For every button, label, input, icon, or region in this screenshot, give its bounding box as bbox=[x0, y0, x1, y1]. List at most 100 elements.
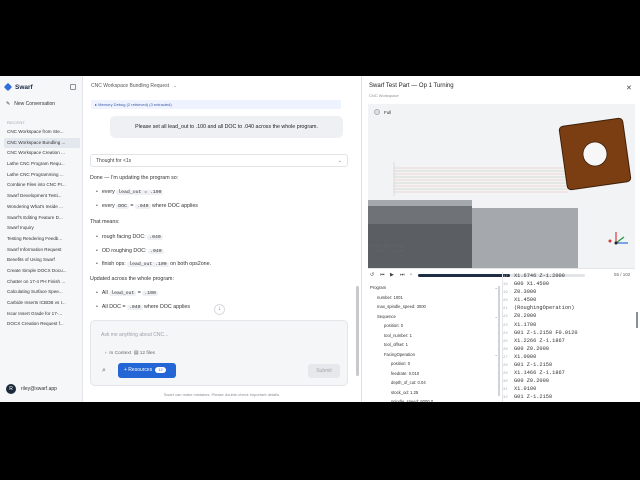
coord-values: X 0.987 -1.284 bbox=[370, 250, 404, 255]
thought-toggle[interactable]: Thought for <1s ⌄ bbox=[90, 154, 348, 167]
sidebar-conversation-item[interactable]: Calculating Surface Spee... bbox=[4, 287, 80, 298]
conversation-title[interactable]: CNC Workspace Bundling Request ⌄ bbox=[91, 83, 177, 89]
user-email: riley@swarf.app bbox=[21, 386, 57, 392]
speed-icon[interactable]: ◔ bbox=[409, 272, 412, 278]
tree-node[interactable]: spindle_speed: 5000.0 bbox=[366, 397, 502, 402]
tree-node[interactable]: Sequence ⌄ bbox=[366, 312, 502, 322]
panel-subtitle: CNC Workspace bbox=[369, 93, 399, 98]
tree-node[interactable]: max_spindle_speed: 3000 bbox=[366, 302, 502, 312]
tree-node-label: position: 0 bbox=[384, 323, 404, 328]
sidebar-conversation-item[interactable]: Lathe CNC Program Requ... bbox=[4, 159, 80, 170]
sidebar-conversation-item[interactable]: Swarf's Editing Feature D... bbox=[4, 213, 80, 224]
user-menu[interactable]: R riley@swarf.app bbox=[6, 384, 57, 394]
gcode-line[interactable]: 24 G01 Z-1.2150 F0.0120 bbox=[503, 329, 640, 337]
play-icon[interactable]: ▶ bbox=[390, 272, 394, 278]
playback-progress bbox=[418, 274, 510, 277]
chat-scrollbar[interactable] bbox=[356, 286, 359, 376]
step-forward-icon[interactable]: ⏭ bbox=[400, 272, 405, 278]
gcode-line[interactable]: 19 Z0.3000 bbox=[503, 288, 640, 296]
sidebar-conversation-item[interactable]: Swarf Inquiry bbox=[4, 223, 80, 234]
scroll-to-bottom-button[interactable]: ↓ bbox=[214, 304, 225, 315]
tree-node[interactable]: number: 1001 bbox=[366, 293, 502, 303]
full-view-toggle[interactable]: Full bbox=[374, 109, 391, 115]
gcode-line[interactable]: 30 G00 Z0.2000 bbox=[503, 377, 640, 385]
memory-debug-banner[interactable]: ▸ Memory Debug (2 retrieved) (3 extracte… bbox=[91, 100, 341, 109]
toolpath-viewport[interactable]: Full Zoom: BCS (Mdp) X 0.987 -1.284 bbox=[368, 104, 635, 268]
gcode-line[interactable]: 28 G01 Z-1.2150 bbox=[503, 361, 640, 369]
coord-z: -1.284 bbox=[390, 250, 405, 254]
sidebar-conversation-item[interactable]: Carbide Inserts ICBDB vs I... bbox=[4, 298, 80, 309]
sidebar-conversation-item[interactable]: CNC Workspace Creation ... bbox=[4, 148, 80, 159]
message-input[interactable]: Ask me anything about CNC... bbox=[101, 332, 168, 338]
brand[interactable]: Swarf bbox=[3, 82, 33, 92]
gcode-line[interactable]: 29 X1.1466 Z-1.1867 bbox=[503, 369, 640, 377]
collapse-sidebar-icon[interactable] bbox=[70, 84, 76, 90]
gcode-line[interactable]: 17 X1.6746 Z-1.2000 bbox=[503, 272, 640, 280]
tree-node[interactable]: tool_offset: 1 bbox=[366, 340, 502, 350]
step-back-icon[interactable]: ⏮ bbox=[380, 272, 385, 278]
gcode-line[interactable]: 32 G01 Z-1.2150 bbox=[503, 393, 640, 401]
avatar: R bbox=[6, 384, 16, 394]
bullet-text: All bbox=[101, 290, 108, 296]
sidebar-conversation-item[interactable]: Wondering What's Inside ... bbox=[4, 202, 80, 213]
context-toggle[interactable]: › In Context ▤ 12 files bbox=[105, 351, 155, 356]
chevron-down-icon: ⌄ bbox=[337, 158, 342, 164]
gcode-scrollbar[interactable] bbox=[636, 312, 638, 328]
tree-node[interactable]: Program ⌄ bbox=[366, 283, 502, 293]
gcode-line[interactable]: 20 X1.4500 bbox=[503, 296, 640, 304]
bullet-text: where DOC applies bbox=[152, 203, 198, 209]
gcode-line[interactable]: 22 Z0.2000 bbox=[503, 312, 640, 320]
sidebar-conversation-item[interactable]: Create Simple DOCX Docu... bbox=[4, 266, 80, 277]
sidebar-conversation-item[interactable]: CNC Workspace Bundling ... bbox=[4, 137, 80, 149]
submit-button[interactable]: Submit bbox=[308, 364, 340, 378]
gcode-text: X1.4500 bbox=[514, 297, 537, 304]
close-icon[interactable]: ✕ bbox=[626, 84, 632, 92]
gcode-line[interactable]: 25 X1.2266 Z-1.1867 bbox=[503, 337, 640, 345]
tree-node[interactable]: stock_od: 1.25 bbox=[366, 388, 502, 398]
sidebar-conversation-item[interactable]: Chatter on 17-4 PH Finish ... bbox=[4, 277, 80, 288]
radio-icon bbox=[374, 109, 380, 115]
tree-node[interactable]: position: 0 bbox=[366, 321, 502, 331]
gcode-line[interactable]: 31 X1.0100 bbox=[503, 385, 640, 393]
tree-node[interactable]: feedrate: 0.010 bbox=[366, 369, 502, 379]
restart-icon[interactable]: ↺ bbox=[370, 272, 374, 278]
sidebar-conversation-item[interactable]: Testing Rendering Feedb... bbox=[4, 234, 80, 245]
gcode-line[interactable]: 26 G00 Z0.2000 bbox=[503, 345, 640, 353]
bullet-text: where DOC applies bbox=[144, 304, 190, 310]
sidebar-conversation-item[interactable]: DOCX Creation Request f... bbox=[4, 319, 80, 330]
message-composer: Ask me anything about CNC... › In Contex… bbox=[90, 320, 348, 386]
sidebar-conversation-item[interactable]: Lathe CNC Programming ... bbox=[4, 170, 80, 181]
sidebar-conversation-item[interactable]: Benefits of Using Swarf bbox=[4, 255, 80, 266]
sidebar-conversation-item[interactable]: Swarf Development Testi... bbox=[4, 191, 80, 202]
gcode-line[interactable]: 21 (RoughingOperation) bbox=[503, 304, 640, 312]
sidebar-conversation-item[interactable]: Combine Files into CNC Pr... bbox=[4, 180, 80, 191]
gcode-line[interactable]: 27 X1.0900 bbox=[503, 353, 640, 361]
gcode-text: G01 Z-1.2150 F0.0120 bbox=[514, 329, 578, 336]
tree-node[interactable]: FacingOperation ⌄ bbox=[366, 350, 502, 360]
tree-node[interactable]: position: 0 bbox=[366, 359, 502, 369]
paperclip-icon[interactable]: ⌕ bbox=[102, 367, 109, 376]
tool-insert bbox=[558, 117, 632, 191]
gcode-line[interactable]: 18 G00 X1.4500 bbox=[503, 280, 640, 288]
sidebar-conversation-item[interactable]: Iscar Insert Grade for 17-... bbox=[4, 309, 80, 320]
tree-node-label: number: 1001 bbox=[377, 294, 403, 300]
chevron-right-icon: › bbox=[105, 351, 107, 356]
gcode-line[interactable]: 33X1.0666 Z-1.1867 bbox=[503, 402, 640, 403]
workspace-panel: Swarf Test Part — Op 1 Turning CNC Works… bbox=[361, 76, 640, 402]
resources-button[interactable]: + Resources 12 bbox=[118, 363, 176, 378]
chevron-down-icon: ⌄ bbox=[173, 83, 178, 89]
bullet-text: finish ops: bbox=[101, 261, 126, 267]
sidebar-conversation-item[interactable]: CNC Workspace from Ste... bbox=[4, 127, 80, 138]
sidebar-conversation-item[interactable]: Swarf Information Request bbox=[4, 245, 80, 256]
app-window: Swarf ✎ New Conversation RECENT CNC Work… bbox=[0, 76, 640, 402]
recent-heading: RECENT bbox=[7, 120, 26, 125]
new-conversation-button[interactable]: ✎ New Conversation bbox=[6, 101, 55, 107]
response-bullet: All DOC = .040 where DOC applies bbox=[90, 304, 190, 310]
tree-scrollbar[interactable] bbox=[498, 286, 500, 396]
tree-node[interactable]: tool_number: 1 bbox=[366, 331, 502, 341]
gcode-line[interactable]: 23 X1.1700 bbox=[503, 321, 640, 329]
inline-code: lead_out bbox=[109, 291, 137, 296]
conversation-list: CNC Workspace from Ste... CNC Workspace B… bbox=[4, 127, 80, 330]
tree-node[interactable]: depth_of_cut: 0.04 bbox=[366, 378, 502, 388]
response-bullet: OD roughing DOC: .040 bbox=[90, 248, 164, 254]
